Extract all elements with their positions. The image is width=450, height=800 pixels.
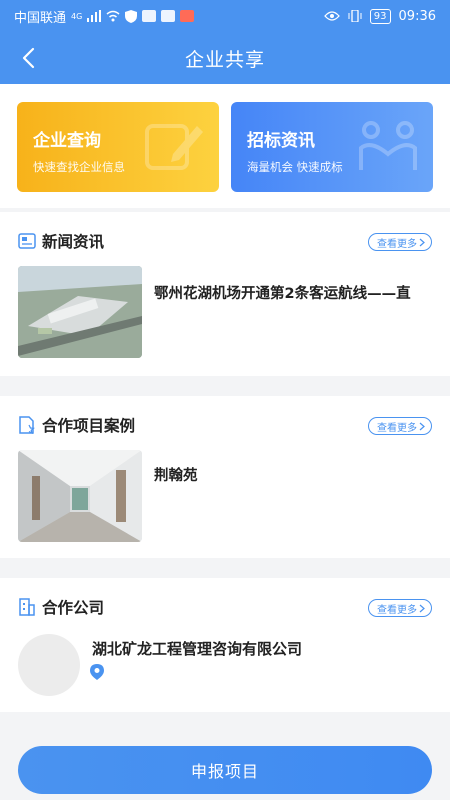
- company-query-card[interactable]: 企业查询 快速查找企业信息: [17, 102, 219, 192]
- status-bar: 中国联通 4G 93 09:36: [0, 0, 450, 32]
- chevron-left-icon: [22, 47, 35, 69]
- view-more-button[interactable]: 查看更多: [368, 599, 432, 617]
- bidding-info-card[interactable]: 招标资讯 海量机会 快速成标: [231, 102, 433, 192]
- clock: 09:36: [398, 8, 436, 24]
- company-avatar[interactable]: [18, 634, 80, 696]
- quick-entry-cards: 企业查询 快速查找企业信息 招标资讯 海量机会 快速成标: [0, 84, 450, 208]
- view-more-button[interactable]: 查看更多: [368, 233, 432, 251]
- carrier-label: 中国联通: [14, 10, 67, 26]
- network-label: 4G: [71, 11, 83, 21]
- airport-image: [18, 266, 142, 358]
- app-notification-icon: [180, 10, 195, 22]
- battery-indicator: 93: [369, 8, 391, 24]
- edit-icon: [145, 124, 203, 170]
- view-more-label: 查看更多: [377, 238, 417, 250]
- back-button[interactable]: [12, 42, 44, 74]
- nav-bar: 企业共享: [0, 32, 450, 84]
- page-title: 企业共享: [184, 48, 265, 71]
- news-title[interactable]: 鄂州花湖机场开通第2条客运航线——直: [154, 282, 436, 303]
- view-more-label: 查看更多: [377, 604, 417, 616]
- section-title: 合作公司: [42, 599, 105, 617]
- chevron-right-icon: [419, 238, 425, 246]
- news-section: 新闻资讯 查看更多 鄂州花湖机场开通第2条客运航线——直: [0, 212, 450, 376]
- submit-project-button[interactable]: 申报项目: [18, 746, 432, 794]
- signal-icon: [87, 10, 102, 22]
- corridor-image: [18, 450, 142, 542]
- bottom-action-bar: 申报项目: [0, 728, 450, 800]
- section-header: 合作公司: [18, 596, 104, 618]
- eye-icon: [323, 11, 340, 21]
- view-more-label: 查看更多: [377, 422, 417, 434]
- companies-section: 合作公司 查看更多 湖北矿龙工程管理咨询有限公司: [0, 578, 450, 712]
- app-notification-icon: [142, 10, 157, 22]
- vibrate-icon: [348, 10, 362, 22]
- chevron-right-icon: [419, 422, 425, 430]
- section-title: 合作项目案例: [42, 417, 136, 435]
- section-header: 合作项目案例: [18, 414, 135, 436]
- location-pin-icon: [90, 664, 104, 680]
- building-icon: [19, 598, 35, 616]
- case-title[interactable]: 荆翰苑: [154, 464, 436, 485]
- shield-icon: [125, 9, 138, 23]
- case-thumbnail[interactable]: [18, 450, 142, 542]
- wifi-icon: [106, 10, 120, 22]
- newspaper-icon: [18, 233, 36, 249]
- section-title: 新闻资讯: [42, 233, 105, 251]
- view-more-button[interactable]: 查看更多: [368, 417, 432, 435]
- company-name[interactable]: 湖北矿龙工程管理咨询有限公司: [92, 638, 302, 659]
- section-header: 新闻资讯: [18, 230, 104, 252]
- app-notification-icon: [161, 10, 176, 22]
- document-star-icon: [19, 416, 35, 434]
- chevron-right-icon: [419, 604, 425, 612]
- news-thumbnail[interactable]: [18, 266, 142, 358]
- handshake-icon: [359, 121, 417, 170]
- cases-section: 合作项目案例 查看更多 荆翰苑: [0, 396, 450, 558]
